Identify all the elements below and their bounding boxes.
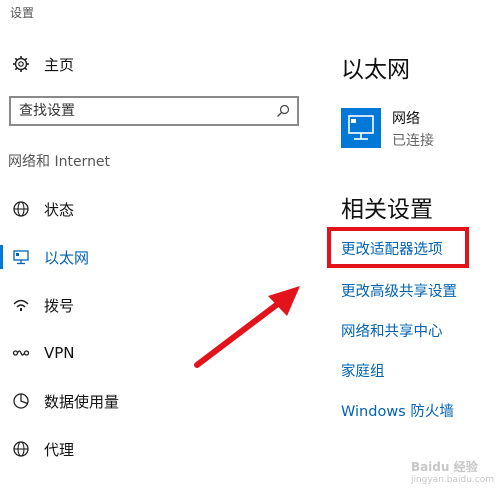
gear-icon — [12, 55, 30, 73]
vpn-icon — [12, 344, 30, 362]
sidebar-item-vpn[interactable]: VPN — [0, 335, 300, 371]
data-usage-icon — [12, 392, 30, 410]
monitor-icon — [346, 114, 376, 146]
annotation-highlight-box — [327, 227, 469, 268]
network-status: 已连接 — [392, 133, 434, 149]
sidebar-item-ethernet[interactable]: 以太网 — [0, 239, 300, 275]
globe-icon — [12, 440, 30, 458]
sidebar-item-status[interactable]: 状态 — [0, 191, 300, 227]
sidebar-item-label: VPN — [44, 344, 75, 362]
sidebar-item-dialup[interactable]: 拨号 — [0, 287, 300, 323]
network-name[interactable]: 网络 — [392, 108, 420, 128]
network-tile[interactable] — [341, 108, 381, 148]
sidebar-item-label: 拨号 — [44, 296, 75, 315]
section-label: 网络和 Internet — [8, 154, 111, 170]
search-icon[interactable] — [275, 103, 291, 123]
watermark: Baidu 经验 jingyan.baidu.com — [410, 460, 494, 485]
sidebar-item-label: 以太网 — [44, 248, 90, 267]
link-windows-firewall[interactable]: Windows 防火墙 — [341, 400, 454, 421]
globe-icon — [12, 200, 30, 218]
page-title: 以太网 — [341, 57, 410, 83]
selection-indicator — [0, 245, 3, 269]
link-network-sharing-center[interactable]: 网络和共享中心 — [341, 320, 443, 341]
related-settings-heading: 相关设置 — [341, 197, 433, 223]
dialup-icon — [12, 296, 30, 314]
link-advanced-sharing[interactable]: 更改高级共享设置 — [341, 280, 457, 301]
sidebar-item-label: 数据使用量 — [44, 392, 120, 411]
ethernet-icon — [12, 248, 30, 266]
search-box[interactable] — [9, 96, 299, 126]
search-input[interactable] — [19, 100, 259, 122]
window-title: 设置 — [10, 6, 35, 20]
sidebar-item-proxy[interactable]: 代理 — [0, 431, 300, 467]
sidebar-item-data-usage[interactable]: 数据使用量 — [0, 383, 300, 419]
link-homegroup[interactable]: 家庭组 — [341, 360, 385, 381]
nav-home[interactable]: 主页 — [0, 46, 300, 82]
sidebar-item-label: 代理 — [44, 440, 75, 459]
nav-home-label: 主页 — [44, 55, 75, 74]
sidebar-item-label: 状态 — [44, 200, 75, 219]
